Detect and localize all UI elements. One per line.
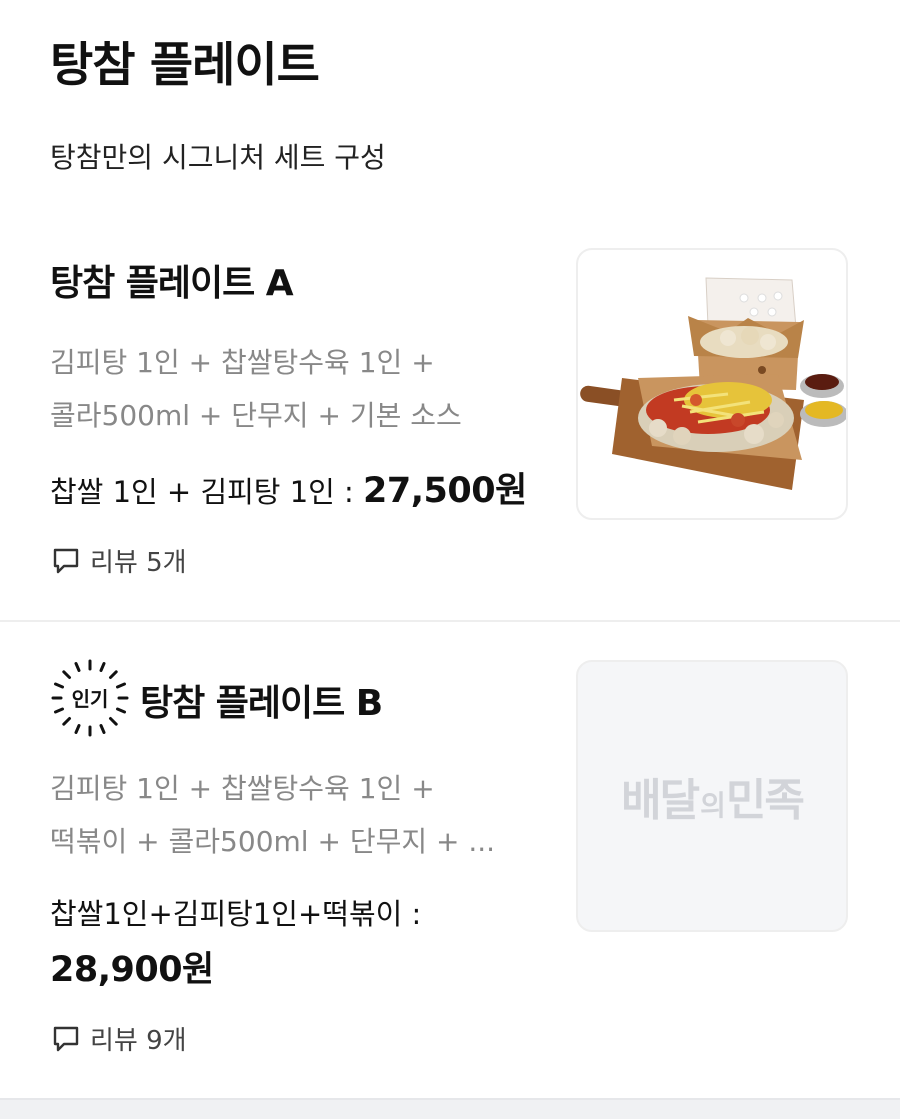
- placeholder-logo: 배달 의 민족: [621, 764, 805, 828]
- section-title: 탕참 플레이트: [50, 38, 320, 93]
- item-description: 김피탕 1인 + 찹쌀탕수육 1인 + 콜라500ml + 단무지 + 기본 소…: [50, 336, 550, 442]
- menu-item-image[interactable]: [576, 248, 848, 520]
- placeholder-logo-part-1: 배달: [621, 775, 700, 826]
- menu-item-image-placeholder[interactable]: 배달 의 민족: [576, 660, 848, 932]
- popular-badge: 인기: [51, 659, 129, 737]
- placeholder-logo-part-2: 의: [700, 789, 726, 822]
- menu-item-plate-b[interactable]: 인기 탕참 플레이트 B 김피탕 1인 + 찹쌀탕수육 1인 + 떡볶이 + 콜…: [0, 622, 900, 1098]
- item-description: 김피탕 1인 + 찹쌀탕수육 1인 + 떡볶이 + 콜라500ml + 단무지 …: [50, 762, 550, 868]
- item-name: 탕참 플레이트 A: [50, 263, 294, 304]
- item-description-line-1: 김피탕 1인 + 찹쌀탕수육 1인 +: [50, 772, 435, 805]
- price-label: 찹쌀 1인 + 김피탕 1인 :: [50, 475, 364, 509]
- item-description-line-2: 떡볶이 + 콜라500ml + 단무지 + ...: [50, 825, 496, 858]
- item-price-line: 찹쌀 1인 + 김피탕 1인 : 27,500원: [50, 463, 560, 520]
- price-amount: 27,500원: [363, 471, 527, 511]
- item-price-line: 찹쌀1인+김피탕1인+떡볶이 : 28,900원: [50, 886, 560, 999]
- food-photo-icon: [580, 277, 846, 490]
- price-amount: 28,900원: [50, 950, 214, 990]
- comment-icon: [53, 548, 79, 573]
- item-name: 탕참 플레이트 B: [140, 683, 383, 724]
- section-divider: [0, 1098, 900, 1119]
- review-label: 리뷰 9개: [90, 1026, 187, 1056]
- price-label: 찹쌀1인+김피탕1인+떡볶이 :: [50, 897, 422, 931]
- menu-item-plate-a[interactable]: 탕참 플레이트 A 김피탕 1인 + 찹쌀탕수육 1인 + 콜라500ml + …: [0, 230, 900, 622]
- section-description: 탕참만의 시그니처 세트 구성: [50, 141, 386, 174]
- item-description-line-2: 콜라500ml + 단무지 + 기본 소스: [50, 399, 462, 432]
- review-label: 리뷰 5개: [90, 548, 187, 578]
- item-description-line-1: 김피탕 1인 + 찹쌀탕수육 1인 +: [50, 346, 435, 379]
- popular-badge-label: 인기: [72, 687, 109, 711]
- comment-icon: [53, 1026, 79, 1051]
- review-count[interactable]: 리뷰 5개: [52, 542, 187, 579]
- placeholder-logo-part-3: 민족: [725, 775, 805, 826]
- review-count[interactable]: 리뷰 9개: [52, 1020, 187, 1057]
